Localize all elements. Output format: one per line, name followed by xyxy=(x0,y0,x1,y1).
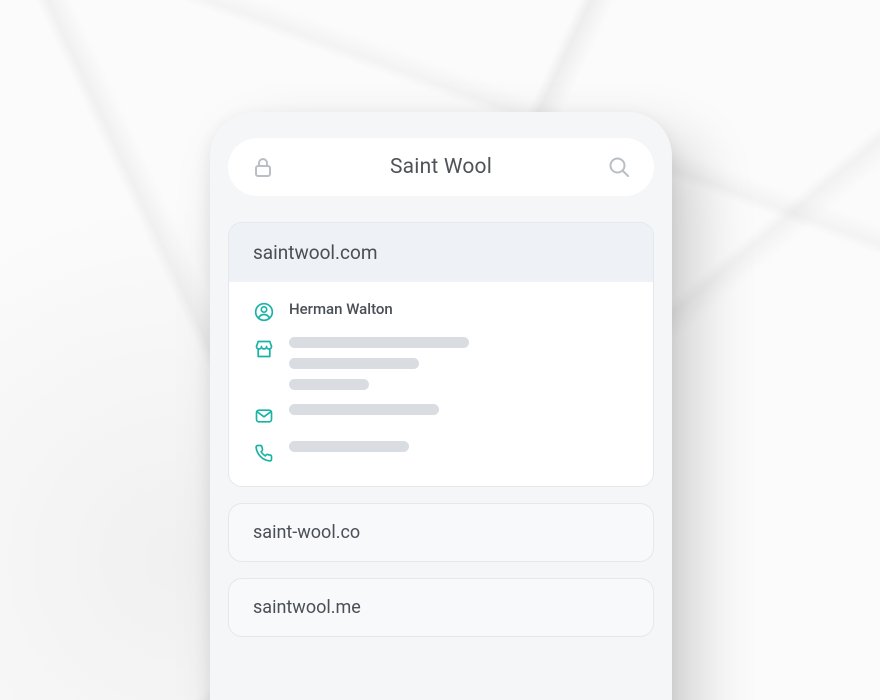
search-bar[interactable]: Saint Wool xyxy=(228,138,654,196)
email-row xyxy=(253,404,629,427)
skeleton-line xyxy=(289,358,419,369)
address-skeleton xyxy=(289,337,469,390)
phone-frame: Saint Wool saintwool.com Herman Walton xyxy=(210,112,672,700)
owner-name: Herman Walton xyxy=(289,300,393,318)
primary-result-body: Herman Walton xyxy=(229,282,653,486)
phone-row xyxy=(253,441,629,464)
address-row xyxy=(253,337,629,390)
primary-result-card[interactable]: saintwool.com Herman Walton xyxy=(228,222,654,487)
skeleton-line xyxy=(289,379,369,390)
phone-skeleton xyxy=(289,441,409,452)
person-icon xyxy=(253,301,275,323)
owner-row: Herman Walton xyxy=(253,300,629,323)
phone-icon xyxy=(253,442,275,464)
alt-result-item[interactable]: saintwool.me xyxy=(228,578,654,637)
search-icon[interactable] xyxy=(606,154,632,180)
mail-icon xyxy=(253,405,275,427)
alt-result-domain: saintwool.me xyxy=(253,597,361,618)
storefront-icon xyxy=(253,338,275,360)
lock-icon xyxy=(250,154,276,180)
search-title: Saint Wool xyxy=(276,155,606,179)
primary-result-domain: saintwool.com xyxy=(229,223,653,282)
alt-result-domain: saint-wool.co xyxy=(253,522,360,543)
skeleton-line xyxy=(289,337,469,348)
alt-result-item[interactable]: saint-wool.co xyxy=(228,503,654,562)
email-skeleton xyxy=(289,404,439,415)
